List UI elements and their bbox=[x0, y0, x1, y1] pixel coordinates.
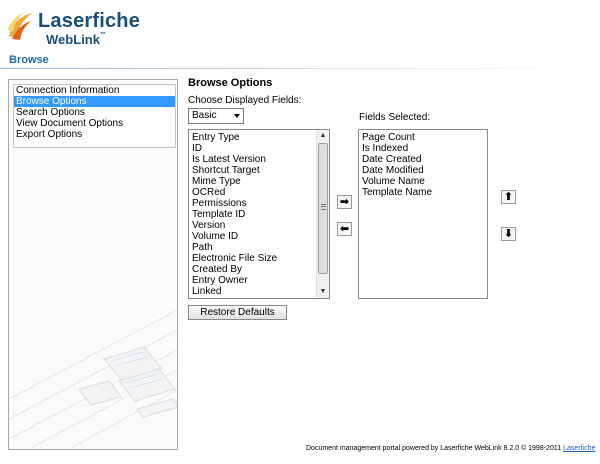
scroll-thumb[interactable] bbox=[318, 143, 328, 274]
fields-selected-label: Fields Selected: bbox=[359, 112, 431, 123]
available-field-option[interactable]: Permissions bbox=[190, 198, 315, 209]
scroll-down-arrow-icon[interactable]: ▼ bbox=[317, 286, 329, 298]
selected-field-option[interactable]: Date Modified bbox=[360, 165, 485, 176]
available-field-option[interactable]: ID bbox=[190, 143, 315, 154]
selected-field-option[interactable]: Page Count bbox=[360, 132, 485, 143]
scroll-up-arrow-icon[interactable]: ▲ bbox=[317, 130, 329, 142]
available-field-option[interactable]: Electronic File Size bbox=[190, 253, 315, 264]
available-field-option[interactable]: Entry Owner bbox=[190, 275, 315, 286]
options-nav-list: Connection Information Browse Options Se… bbox=[13, 84, 176, 148]
sidebar-item-browse-options[interactable]: Browse Options bbox=[14, 96, 175, 107]
logo-mark-icon bbox=[8, 12, 32, 40]
available-field-option[interactable]: Entry Type bbox=[190, 132, 315, 143]
sidebar-item-export-options[interactable]: Export Options bbox=[14, 129, 175, 140]
logo-brand-text: Laserfiche bbox=[38, 10, 141, 32]
selected-field-option[interactable]: Date Created bbox=[360, 154, 485, 165]
sidebar-item-connection-information[interactable]: Connection Information bbox=[14, 85, 175, 96]
available-field-option[interactable]: Mime Type bbox=[190, 176, 315, 187]
logo-product-text: WebLink™ bbox=[46, 32, 106, 47]
restore-defaults-button[interactable]: Restore Defaults bbox=[188, 305, 287, 320]
available-field-option[interactable]: Shortcut Target bbox=[190, 165, 315, 176]
available-field-option[interactable]: Path bbox=[190, 242, 315, 253]
available-field-option[interactable]: OCRed bbox=[190, 187, 315, 198]
available-field-option[interactable]: Version bbox=[190, 220, 315, 231]
field-set-select-value: Basic bbox=[192, 110, 217, 121]
available-fields-list[interactable]: Entry Type ID Is Latest Version Shortcut Ta… bbox=[188, 129, 330, 299]
selected-field-option[interactable]: Volume Name bbox=[360, 176, 485, 187]
available-field-option[interactable]: Linked bbox=[190, 286, 315, 297]
move-down-button[interactable]: ⬇ bbox=[501, 227, 516, 241]
page-title: Browse bbox=[9, 54, 49, 66]
selected-field-option[interactable]: Template Name bbox=[360, 187, 485, 198]
field-set-select[interactable]: Basic bbox=[188, 108, 244, 124]
selected-field-option[interactable]: Is Indexed bbox=[360, 143, 485, 154]
available-fields-scrollbar[interactable]: ▲ ▼ bbox=[316, 130, 329, 298]
laserfiche-logo: Laserfiche WebLink™ bbox=[6, 8, 206, 48]
footer: Document management portal powered by La… bbox=[306, 445, 595, 452]
chevron-down-icon bbox=[234, 114, 240, 118]
sidebar-item-search-options[interactable]: Search Options bbox=[14, 107, 175, 118]
displayed-fields-label: Choose Displayed Fields: bbox=[188, 95, 302, 106]
decorative-documents-watermark bbox=[9, 309, 177, 449]
available-field-option[interactable]: Volume ID bbox=[190, 231, 315, 242]
add-field-button[interactable]: ➡ bbox=[337, 195, 352, 209]
options-sidebar: Connection Information Browse Options Se… bbox=[8, 79, 178, 450]
available-field-option[interactable]: Created By bbox=[190, 264, 315, 275]
sidebar-item-view-document-options[interactable]: View Document Options bbox=[14, 118, 175, 129]
selected-fields-list[interactable]: Page Count Is Indexed Date Created Date Mod… bbox=[358, 129, 488, 299]
section-title: Browse Options bbox=[188, 77, 273, 89]
available-field-option[interactable]: Template ID bbox=[190, 209, 315, 220]
available-field-option[interactable]: Is Latest Version bbox=[190, 154, 315, 165]
remove-field-button[interactable]: ⬅ bbox=[337, 222, 352, 236]
footer-laserfiche-link[interactable]: Laserfiche bbox=[563, 445, 595, 452]
heading-divider bbox=[0, 68, 600, 69]
footer-text: Document management portal powered by La… bbox=[306, 445, 562, 452]
move-up-button[interactable]: ⬆ bbox=[501, 190, 516, 204]
